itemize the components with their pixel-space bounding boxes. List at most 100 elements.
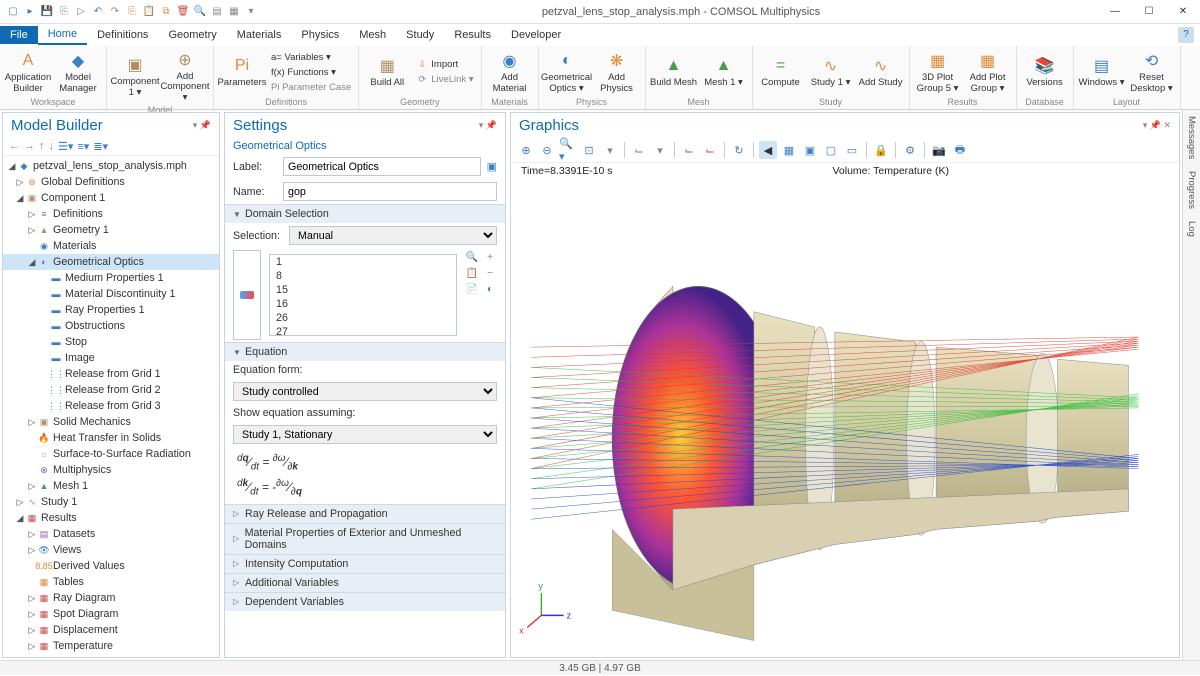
expand-icon[interactable]: ▦ xyxy=(227,5,241,19)
dom-copy-icon[interactable]: 📋 xyxy=(465,266,479,280)
tab-geometry[interactable]: Geometry xyxy=(158,26,226,44)
add-physics-button[interactable]: ❋Add Physics xyxy=(593,48,641,96)
sect-additional[interactable]: ▷Additional Variables xyxy=(225,573,505,592)
name-input[interactable] xyxy=(283,182,497,201)
panel-pin-icon[interactable]: ▾ 📌 xyxy=(193,120,211,131)
tab-definitions[interactable]: Definitions xyxy=(87,26,158,44)
import-button[interactable]: ⇩Import xyxy=(413,57,476,72)
dom-paste-icon[interactable]: 📄 xyxy=(465,282,479,296)
equation-header[interactable]: ▼Equation xyxy=(225,342,505,361)
zoom-box-icon[interactable]: 🔍▾ xyxy=(559,141,577,159)
delete-icon[interactable]: 🗑 xyxy=(176,5,190,19)
mb-down-icon[interactable]: ↓ xyxy=(49,140,55,153)
mb-fwd-icon[interactable]: → xyxy=(24,140,35,153)
mb-up-icon[interactable]: ↑ xyxy=(39,140,45,153)
dom-remove-icon[interactable]: − xyxy=(483,266,497,280)
sect-intensity[interactable]: ▷Intensity Computation xyxy=(225,554,505,573)
lock-icon[interactable]: 🔒 xyxy=(872,141,890,159)
sect-dependent[interactable]: ▷Dependent Variables xyxy=(225,592,505,611)
livelink-button[interactable]: ⟳LiveLink ▾ xyxy=(413,72,476,87)
select-icon[interactable]: ◀ xyxy=(759,141,777,159)
graphics-canvas[interactable]: y z x xyxy=(511,179,1179,657)
xy-icon[interactable]: ⌙ xyxy=(630,141,648,159)
eq-form-select[interactable]: Study controlled xyxy=(233,382,497,401)
param-case-button[interactable]: Pi Parameter Case xyxy=(268,80,354,95)
variables-button[interactable]: a= Variables ▾ xyxy=(268,50,354,65)
new-icon[interactable]: ▢ xyxy=(6,5,20,19)
paste-icon[interactable]: 📋 xyxy=(142,5,156,19)
close-button[interactable]: ✕ xyxy=(1166,0,1200,24)
rotate-icon[interactable]: ↻ xyxy=(730,141,748,159)
model-manager-button[interactable]: ◆Model Manager xyxy=(54,48,102,96)
tab-results[interactable]: Results xyxy=(444,26,501,44)
plot-group-button[interactable]: ▦3D Plot Group 5 ▾ xyxy=(914,48,962,96)
mesh1-button[interactable]: ▲Mesh 1 ▾ xyxy=(700,53,748,90)
tab-messages[interactable]: Messages xyxy=(1186,116,1197,159)
domain-list[interactable]: 1815 162627 xyxy=(269,254,457,336)
add-material-button[interactable]: ◉Add Material xyxy=(486,48,534,96)
add-study-button[interactable]: ∿Add Study xyxy=(857,53,905,90)
gfx-dropdown-icon[interactable]: ▾ 📌 ✕ xyxy=(1143,120,1171,131)
redo-icon[interactable]: ↷ xyxy=(108,5,122,19)
xz-icon[interactable]: ⌙ xyxy=(680,141,698,159)
undo-icon[interactable]: ↶ xyxy=(91,5,105,19)
compute-button[interactable]: =Compute xyxy=(757,53,805,90)
versions-button[interactable]: 📚Versions xyxy=(1021,53,1069,90)
view-dd2-icon[interactable]: ▾ xyxy=(651,141,669,159)
mb-expand-icon[interactable]: ≡▾ xyxy=(77,140,89,153)
windows-button[interactable]: ▤Windows ▾ xyxy=(1078,53,1126,90)
model-tree[interactable]: ◢◆petzval_lens_stop_analysis.mph ▷⊕Globa… xyxy=(3,156,219,657)
dom-toggle-icon[interactable]: ◐ xyxy=(483,282,497,296)
camera-icon[interactable]: 📷 xyxy=(930,141,948,159)
copy-icon[interactable]: ⎘ xyxy=(125,5,139,19)
dom-zoom-icon[interactable]: 🔍 xyxy=(465,250,479,264)
dropdown-icon[interactable]: ▾ xyxy=(244,5,258,19)
mb-show-icon[interactable]: ☰▾ xyxy=(58,140,73,153)
zoom-in-icon[interactable]: ⊕ xyxy=(517,141,535,159)
show-eq-select[interactable]: Study 1, Stationary xyxy=(233,425,497,444)
tab-materials[interactable]: Materials xyxy=(227,26,292,44)
open-icon[interactable]: ▸ xyxy=(23,5,37,19)
mb-back-icon[interactable]: ← xyxy=(9,140,20,153)
sel-edge-icon[interactable]: ▭ xyxy=(843,141,861,159)
panel-dropdown-icon[interactable]: ▾ 📌 xyxy=(479,120,497,131)
parameters-button[interactable]: PiParameters xyxy=(218,53,266,90)
selection-dropdown[interactable]: Manual xyxy=(289,226,497,245)
mb-collapse-icon[interactable]: ≣▾ xyxy=(93,140,108,153)
label-input[interactable] xyxy=(283,157,481,176)
sel-bnd-icon[interactable]: ▢ xyxy=(822,141,840,159)
help-button[interactable]: ? xyxy=(1178,27,1194,43)
add-component-button[interactable]: ⊕Add Component ▾ xyxy=(161,47,209,105)
saveas-icon[interactable]: ⎘ xyxy=(57,5,71,19)
functions-button[interactable]: f(x) Functions ▾ xyxy=(268,65,354,80)
build-mesh-button[interactable]: ▲Build Mesh xyxy=(650,53,698,90)
active-toggle[interactable] xyxy=(233,250,261,340)
domain-selection-header[interactable]: ▼Domain Selection xyxy=(225,204,505,223)
save-icon[interactable]: 💾 xyxy=(40,5,54,19)
zoom-extents-icon[interactable]: ⊡ xyxy=(580,141,598,159)
play-icon[interactable]: ▷ xyxy=(74,5,88,19)
yz-icon[interactable]: ⌙ xyxy=(701,141,719,159)
sect-ray-release[interactable]: ▷Ray Release and Propagation xyxy=(225,504,505,523)
zoom-out-icon[interactable]: ⊖ xyxy=(538,141,556,159)
reset-desktop-button[interactable]: ⟲Reset Desktop ▾ xyxy=(1128,48,1176,96)
study1-button[interactable]: ∿Study 1 ▾ xyxy=(807,53,855,90)
build-all-button[interactable]: ▦Build All xyxy=(363,53,411,90)
add-plot-group-button[interactable]: ▦Add Plot Group ▾ xyxy=(964,48,1012,96)
label-tag-icon[interactable]: ▣ xyxy=(487,160,497,173)
settings-icon[interactable]: ⚙ xyxy=(901,141,919,159)
app-builder-button[interactable]: AApplication Builder xyxy=(4,48,52,96)
find-icon[interactable]: 🔍 xyxy=(193,5,207,19)
tab-home[interactable]: Home xyxy=(38,25,87,45)
dup-icon[interactable]: ⧉ xyxy=(159,5,173,19)
tab-physics[interactable]: Physics xyxy=(291,26,349,44)
sel-dom-icon[interactable]: ▣ xyxy=(801,141,819,159)
tab-file[interactable]: File xyxy=(0,26,38,44)
geo-optics-button[interactable]: ◐Geometrical Optics ▾ xyxy=(543,48,591,96)
dom-add-icon[interactable]: + xyxy=(483,250,497,264)
sel-box-icon[interactable]: ▦ xyxy=(780,141,798,159)
tab-study[interactable]: Study xyxy=(396,26,444,44)
sect-mat-props[interactable]: ▷Material Properties of Exterior and Unm… xyxy=(225,523,505,554)
tab-developer[interactable]: Developer xyxy=(501,26,571,44)
tab-mesh[interactable]: Mesh xyxy=(349,26,396,44)
